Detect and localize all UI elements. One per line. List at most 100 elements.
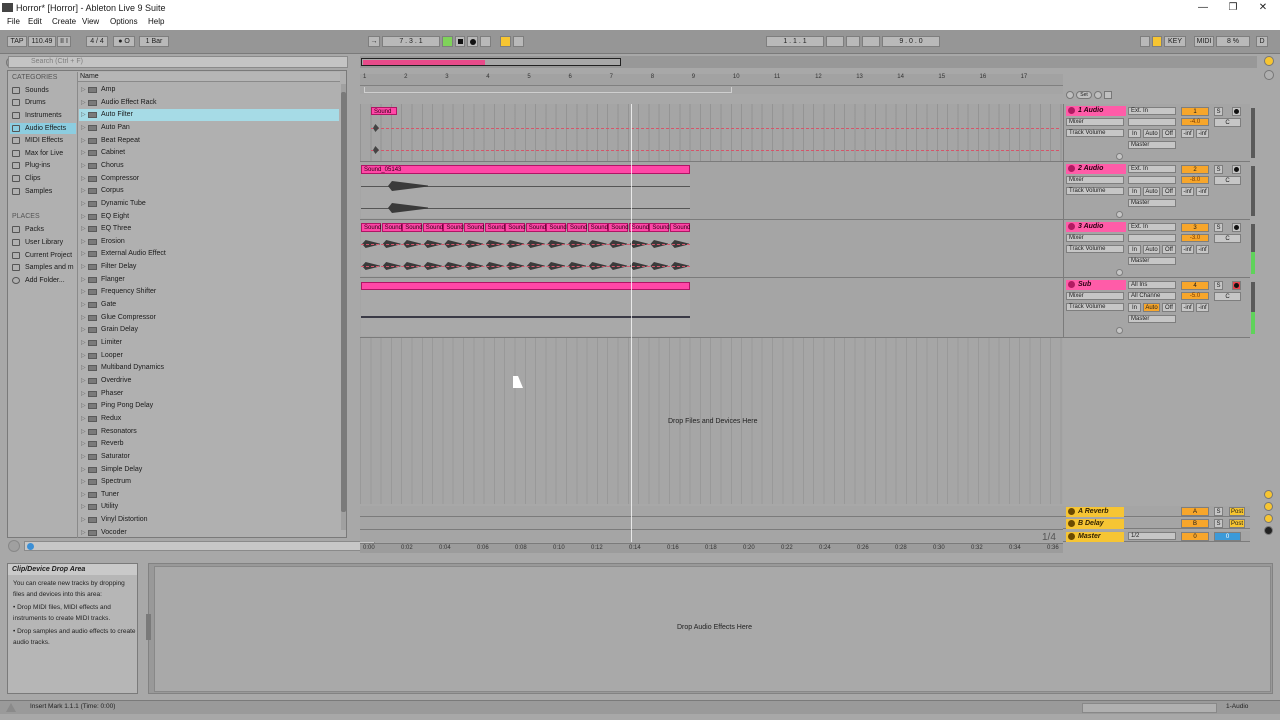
maximize-button[interactable]: ❐ bbox=[1218, 0, 1248, 16]
device-drop-area[interactable]: Drop Audio Effects Here bbox=[154, 566, 1271, 692]
return-track-name[interactable]: A Reverb bbox=[1066, 507, 1124, 517]
clip-sound-segment[interactable]: Sound bbox=[505, 223, 526, 232]
category-sounds[interactable]: Sounds bbox=[10, 85, 76, 96]
browser-item[interactable]: ▷ Overdrive bbox=[79, 375, 339, 387]
browser-item[interactable]: ▷ Simple Delay bbox=[79, 464, 339, 476]
track-expand-icon[interactable] bbox=[1116, 327, 1123, 334]
expand-arrow-icon[interactable]: ▷ bbox=[81, 476, 86, 488]
midi-map-button[interactable]: MIDI bbox=[1194, 36, 1214, 47]
expand-arrow-icon[interactable]: ▷ bbox=[81, 438, 86, 450]
return-activator[interactable]: 0 bbox=[1181, 532, 1209, 541]
expand-arrow-icon[interactable]: ▷ bbox=[81, 514, 86, 526]
browser-item[interactable]: ▷ Ping Pong Delay bbox=[79, 400, 339, 412]
tap-button[interactable]: TAP bbox=[7, 36, 27, 47]
mixer-select[interactable]: Mixer bbox=[1066, 292, 1124, 300]
play-button[interactable] bbox=[442, 36, 453, 47]
name-column-header[interactable]: Name bbox=[78, 72, 340, 82]
expand-arrow-icon[interactable]: ▷ bbox=[81, 211, 86, 223]
category-instruments[interactable]: Instruments bbox=[10, 110, 76, 121]
browser-item[interactable]: ▷ Glue Compressor bbox=[79, 312, 339, 324]
browser-item[interactable]: ▷ Tuner bbox=[79, 489, 339, 501]
expand-arrow-icon[interactable]: ▷ bbox=[81, 198, 86, 210]
browser-item[interactable]: ▷ Compressor bbox=[79, 173, 339, 185]
input-type-select[interactable]: Ext. In bbox=[1128, 223, 1176, 231]
track-activator[interactable]: 4 bbox=[1181, 281, 1209, 290]
expand-arrow-icon[interactable]: ▷ bbox=[81, 147, 86, 159]
input-channel-select[interactable] bbox=[1128, 118, 1176, 126]
expand-arrow-icon[interactable]: ▷ bbox=[81, 337, 86, 349]
automation-control-select[interactable]: Track Volume bbox=[1066, 245, 1124, 253]
monitor-off-button[interactable]: Off bbox=[1162, 187, 1176, 196]
place-current-project[interactable]: Current Project bbox=[10, 250, 76, 261]
expand-arrow-icon[interactable]: ▷ bbox=[81, 109, 86, 121]
browser-item[interactable]: ▷ Auto Filter bbox=[79, 109, 339, 122]
session-view-icon[interactable] bbox=[1264, 56, 1274, 66]
expand-arrow-icon[interactable]: ▷ bbox=[81, 426, 86, 438]
track-fold-icon[interactable] bbox=[1068, 223, 1075, 230]
quantization-menu[interactable]: 1 Bar bbox=[139, 36, 169, 47]
close-button[interactable]: ✕ bbox=[1248, 0, 1278, 16]
expand-arrow-icon[interactable]: ▷ bbox=[81, 185, 86, 197]
browser-item[interactable]: ▷ Vocoder bbox=[79, 527, 339, 539]
expand-arrow-icon[interactable]: ▷ bbox=[81, 97, 86, 109]
set-button[interactable]: Set bbox=[1076, 91, 1092, 99]
browser-item[interactable]: ▷ Multiband Dynamics bbox=[79, 362, 339, 374]
info-toggle-icon[interactable] bbox=[8, 540, 20, 552]
master-output-select[interactable]: 1/2 bbox=[1128, 532, 1176, 540]
computer-keyboard-button[interactable] bbox=[1152, 36, 1162, 47]
mixer-select[interactable]: Mixer bbox=[1066, 234, 1124, 242]
punch-out-button[interactable] bbox=[862, 36, 880, 47]
arm-button[interactable] bbox=[1232, 107, 1241, 116]
scroll-thumb[interactable] bbox=[341, 92, 346, 512]
lock-icon[interactable] bbox=[1104, 91, 1112, 99]
browser-item[interactable]: ▷ Filter Delay bbox=[79, 261, 339, 273]
mixer-select[interactable]: Mixer bbox=[1066, 176, 1124, 184]
arm-button[interactable] bbox=[1232, 281, 1241, 290]
browser-item[interactable]: ▷ Erosion bbox=[79, 236, 339, 248]
loop-bar[interactable] bbox=[360, 86, 1063, 94]
browser-item[interactable]: ▷ Flanger bbox=[79, 274, 339, 286]
return-solo-button[interactable]: S bbox=[1214, 507, 1223, 516]
track-fold-icon[interactable] bbox=[1068, 281, 1075, 288]
browser-item[interactable]: ▷ Gate bbox=[79, 299, 339, 311]
expand-arrow-icon[interactable]: ▷ bbox=[81, 299, 86, 311]
browser-search-input[interactable]: Search (Ctrl + F) bbox=[8, 56, 348, 68]
key-map-button[interactable]: KEY bbox=[1164, 36, 1186, 47]
minimize-button[interactable]: — bbox=[1188, 0, 1218, 16]
track-lane-1[interactable] bbox=[360, 104, 1063, 162]
browser-item[interactable]: ▷ EQ Three bbox=[79, 223, 339, 235]
send-b-value[interactable]: -inf bbox=[1196, 129, 1209, 138]
browser-item[interactable]: ▷ Chorus bbox=[79, 160, 339, 172]
master-cue-volume[interactable]: 0 bbox=[1214, 532, 1241, 541]
beat-time-ruler[interactable] bbox=[360, 74, 1063, 86]
expand-arrow-icon[interactable]: ▷ bbox=[81, 248, 86, 260]
expand-arrow-icon[interactable]: ▷ bbox=[81, 173, 86, 185]
loop-length-field[interactable]: 9 . 0 . 0 bbox=[882, 36, 940, 47]
browser-item[interactable]: ▷ Corpus bbox=[79, 185, 339, 197]
track-fold-icon[interactable] bbox=[1068, 520, 1075, 527]
in-out-icon[interactable] bbox=[1264, 490, 1273, 499]
clip-sound-segment[interactable]: Sound bbox=[381, 223, 402, 232]
return-activator[interactable]: A bbox=[1181, 507, 1209, 516]
browser-item[interactable]: ▷ Audio Effect Rack bbox=[79, 97, 339, 109]
send-a-value[interactable]: -inf bbox=[1181, 245, 1194, 254]
expand-arrow-icon[interactable]: ▷ bbox=[81, 236, 86, 248]
time-signature[interactable]: 4 / 4 bbox=[86, 36, 108, 47]
expand-arrow-icon[interactable]: ▷ bbox=[81, 84, 86, 96]
monitor-in-button[interactable]: In bbox=[1128, 187, 1141, 196]
add-folder-button[interactable]: Add Folder... bbox=[10, 275, 76, 286]
send-b-value[interactable]: -inf bbox=[1196, 303, 1209, 312]
menu-view[interactable]: View bbox=[82, 17, 99, 26]
solo-button[interactable]: S bbox=[1214, 107, 1223, 116]
clip-sub[interactable] bbox=[361, 282, 690, 290]
loop-brace[interactable] bbox=[364, 87, 732, 93]
expand-arrow-icon[interactable]: ▷ bbox=[81, 312, 86, 324]
browser-item[interactable]: ▷ Reverb bbox=[79, 438, 339, 450]
nudge-buttons[interactable]: II I bbox=[57, 36, 71, 47]
output-select[interactable]: Master bbox=[1128, 257, 1176, 265]
pan-knob[interactable]: C bbox=[1214, 176, 1241, 185]
input-channel-select[interactable] bbox=[1128, 234, 1176, 242]
browser-item[interactable]: ▷ Resonators bbox=[79, 426, 339, 438]
browser-item[interactable]: ▷ Beat Repeat bbox=[79, 135, 339, 147]
place-user-library[interactable]: User Library bbox=[10, 237, 76, 248]
